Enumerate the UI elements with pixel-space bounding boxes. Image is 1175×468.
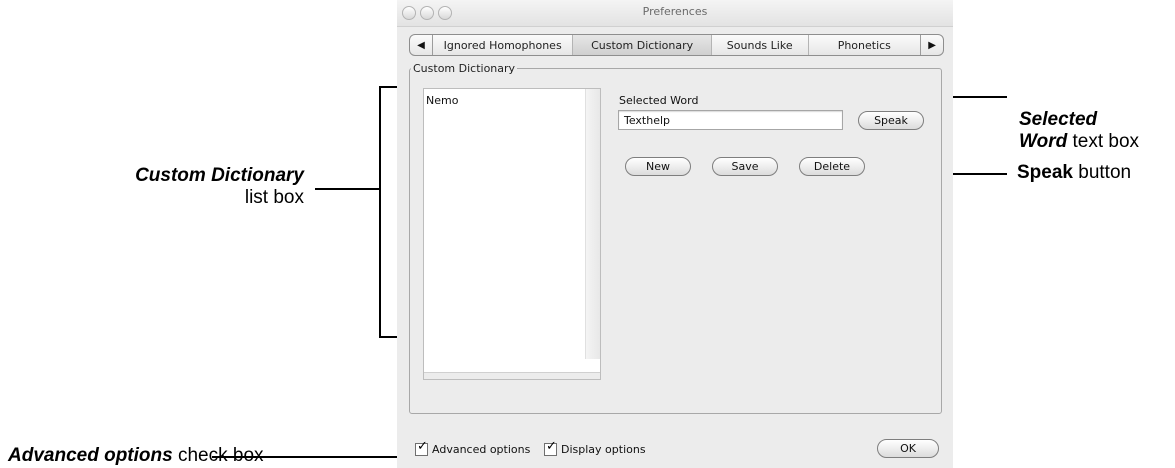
tab-scroll-right-icon[interactable]: ▶	[920, 35, 943, 55]
save-button[interactable]: Save	[712, 157, 778, 176]
callout-advanced-bold: Advanced options	[8, 445, 173, 466]
window-title: Preferences	[642, 5, 708, 18]
advanced-options-label[interactable]: Advanced options	[432, 443, 530, 456]
tab-ignored-homophones[interactable]: Ignored Homophones	[433, 35, 574, 55]
list-item[interactable]: Nemo	[426, 94, 458, 107]
selected-word-input[interactable]: Texthelp	[618, 110, 843, 130]
display-options-checkbox[interactable]: ✓	[544, 439, 557, 456]
callout-bracket-list-vertical	[379, 86, 381, 337]
callout-speak-rest: button	[1072, 162, 1132, 183]
title-bar: Preferences	[397, 0, 953, 27]
speak-button[interactable]: Speak	[858, 111, 924, 130]
tab-bar: ◀ Ignored Homophones Custom Dictionary S…	[409, 34, 944, 56]
callout-custom-dictionary-rest: list box	[244, 187, 304, 208]
callout-selected-word-bold2: Word	[1019, 131, 1068, 152]
advanced-options-checkbox[interactable]: ✓	[415, 439, 428, 456]
callout-speak: Speak button	[1017, 162, 1131, 184]
tab-sounds-like[interactable]: Sounds Like	[712, 35, 809, 55]
checkmark-icon: ✓	[546, 439, 557, 454]
custom-dictionary-list[interactable]: Nemo	[423, 88, 601, 380]
ok-button[interactable]: OK	[877, 439, 939, 458]
tab-scroll-left-icon[interactable]: ◀	[410, 35, 433, 55]
display-options-label[interactable]: Display options	[561, 443, 646, 456]
selected-word-label: Selected Word	[619, 94, 699, 107]
list-bottom-edge	[424, 372, 600, 379]
callout-custom-dictionary: Custom Dictionary list box	[92, 165, 304, 209]
callout-speak-bold: Speak	[1017, 162, 1073, 183]
tab-phonetics[interactable]: Phonetics	[809, 35, 921, 55]
delete-button[interactable]: Delete	[799, 157, 865, 176]
preferences-window: Preferences ◀ Ignored Homophones Custom …	[397, 0, 953, 468]
callout-line-advanced	[212, 456, 404, 458]
checkmark-icon: ✓	[417, 439, 428, 454]
list-scroll-edge	[585, 89, 600, 359]
callout-selected-word: Selected Word text box	[1019, 109, 1139, 153]
new-button[interactable]: New	[625, 157, 691, 176]
group-label: Custom Dictionary	[411, 62, 518, 75]
callout-selected-word-line1: Selected	[1019, 109, 1098, 130]
callout-custom-dictionary-bold: Custom Dictionary	[135, 165, 304, 186]
tab-custom-dictionary[interactable]: Custom Dictionary	[573, 35, 712, 55]
callout-selected-word-rest2: text box	[1067, 131, 1140, 152]
callout-line-custom-dictionary	[315, 188, 379, 190]
